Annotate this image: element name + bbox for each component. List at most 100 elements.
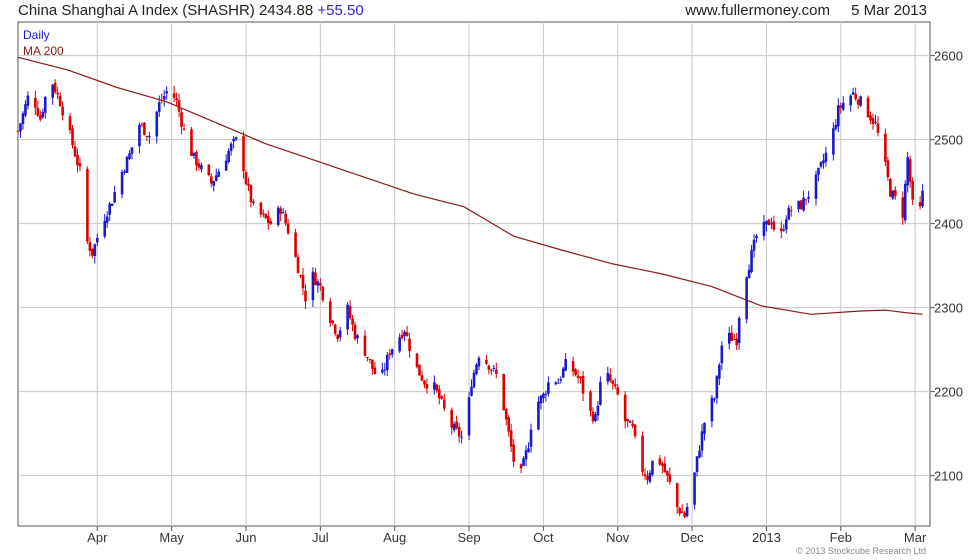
candle-body	[331, 320, 335, 323]
candle-body	[715, 376, 719, 399]
candle-body	[700, 431, 704, 451]
candle-body	[921, 190, 924, 207]
candle-body	[648, 472, 652, 482]
candle-body	[346, 304, 349, 330]
candle-body	[182, 128, 186, 130]
candle-body	[356, 335, 359, 339]
candle-body	[713, 398, 716, 400]
candle-body	[854, 93, 857, 99]
candle-body	[822, 160, 825, 164]
candle-body	[210, 176, 213, 184]
candle-body	[125, 156, 129, 174]
candle-body	[859, 96, 862, 106]
candle-body	[348, 305, 352, 319]
candle-body	[633, 424, 637, 437]
candle-body	[262, 213, 265, 215]
candle-body	[232, 138, 235, 142]
x-tick-label: Sep	[457, 530, 480, 545]
candle-body	[537, 401, 540, 430]
candle-body	[328, 301, 332, 323]
candle-body	[747, 269, 751, 279]
candle-body	[24, 104, 27, 116]
candle-body	[88, 241, 92, 251]
candle-body	[217, 171, 221, 177]
candle-body	[321, 286, 325, 301]
candle-body	[884, 133, 887, 162]
x-tick-label: Apr	[87, 530, 108, 545]
candle-body	[405, 332, 409, 337]
candle-body	[787, 207, 791, 220]
candle-body	[544, 393, 548, 395]
candle-body	[554, 382, 558, 385]
candle-body	[767, 219, 771, 226]
candle-body	[180, 112, 183, 127]
candle-body	[252, 201, 255, 204]
candle-body	[41, 111, 45, 118]
candle-body	[316, 281, 320, 286]
candle-body	[34, 97, 37, 108]
candle-body	[894, 190, 897, 196]
candle-body	[242, 136, 245, 172]
candle-body	[693, 472, 696, 505]
candle-body	[745, 277, 748, 320]
candle-body	[467, 397, 471, 436]
candle-body	[683, 512, 686, 517]
candle-body	[911, 181, 914, 200]
candle-body	[475, 364, 478, 374]
candle-body	[425, 384, 429, 389]
candle-body	[626, 418, 629, 422]
candle-body	[542, 393, 545, 399]
y-axis: 2100 2200 2300 2400 2500 2600	[930, 49, 963, 484]
candle-body	[661, 463, 664, 466]
candle-body	[579, 376, 582, 379]
candle-body	[53, 82, 57, 93]
candle-body	[56, 92, 59, 95]
candle-body	[874, 122, 877, 124]
candle-body	[547, 382, 550, 394]
candle-body	[214, 175, 218, 181]
candle-body	[93, 244, 97, 257]
x-tick-label: Nov	[606, 530, 630, 545]
candle-body	[457, 427, 461, 437]
candle-body	[512, 444, 515, 462]
candle-body	[735, 338, 738, 346]
candle-body	[16, 130, 20, 132]
candle-body	[918, 202, 922, 207]
candle-body	[192, 152, 196, 156]
x-tick-label: 2013	[752, 530, 781, 545]
candle-body	[906, 157, 909, 186]
candle-body	[440, 396, 444, 399]
candle-body	[780, 228, 783, 232]
candle-body	[197, 163, 201, 168]
candle-body	[703, 422, 706, 434]
candle-body	[581, 375, 585, 394]
candle-body	[784, 219, 788, 230]
candle-body	[591, 411, 595, 422]
candle-body	[891, 190, 895, 199]
candle-body	[886, 160, 890, 178]
candle-body	[351, 318, 354, 325]
candle-body	[772, 221, 776, 230]
candle-body	[504, 409, 508, 420]
candle-body	[765, 220, 768, 225]
candle-body	[175, 98, 178, 101]
candle-body	[559, 379, 563, 381]
candle-body	[666, 471, 669, 476]
candle-body	[819, 162, 823, 167]
candle-body	[259, 202, 263, 215]
candle-body	[866, 97, 870, 118]
candle-body	[529, 429, 533, 447]
candle-body	[68, 116, 72, 131]
candle-body	[770, 223, 773, 225]
y-tick-label: 2500	[934, 133, 963, 148]
candle-body	[319, 283, 322, 286]
candle-body	[130, 147, 134, 154]
candle-body	[366, 357, 369, 359]
candle-body	[606, 372, 610, 382]
candle-body	[120, 171, 124, 195]
candle-body	[373, 367, 377, 374]
candle-body	[824, 152, 828, 162]
candle-body	[110, 203, 114, 206]
candle-body	[623, 394, 627, 422]
candle-body	[333, 324, 337, 334]
